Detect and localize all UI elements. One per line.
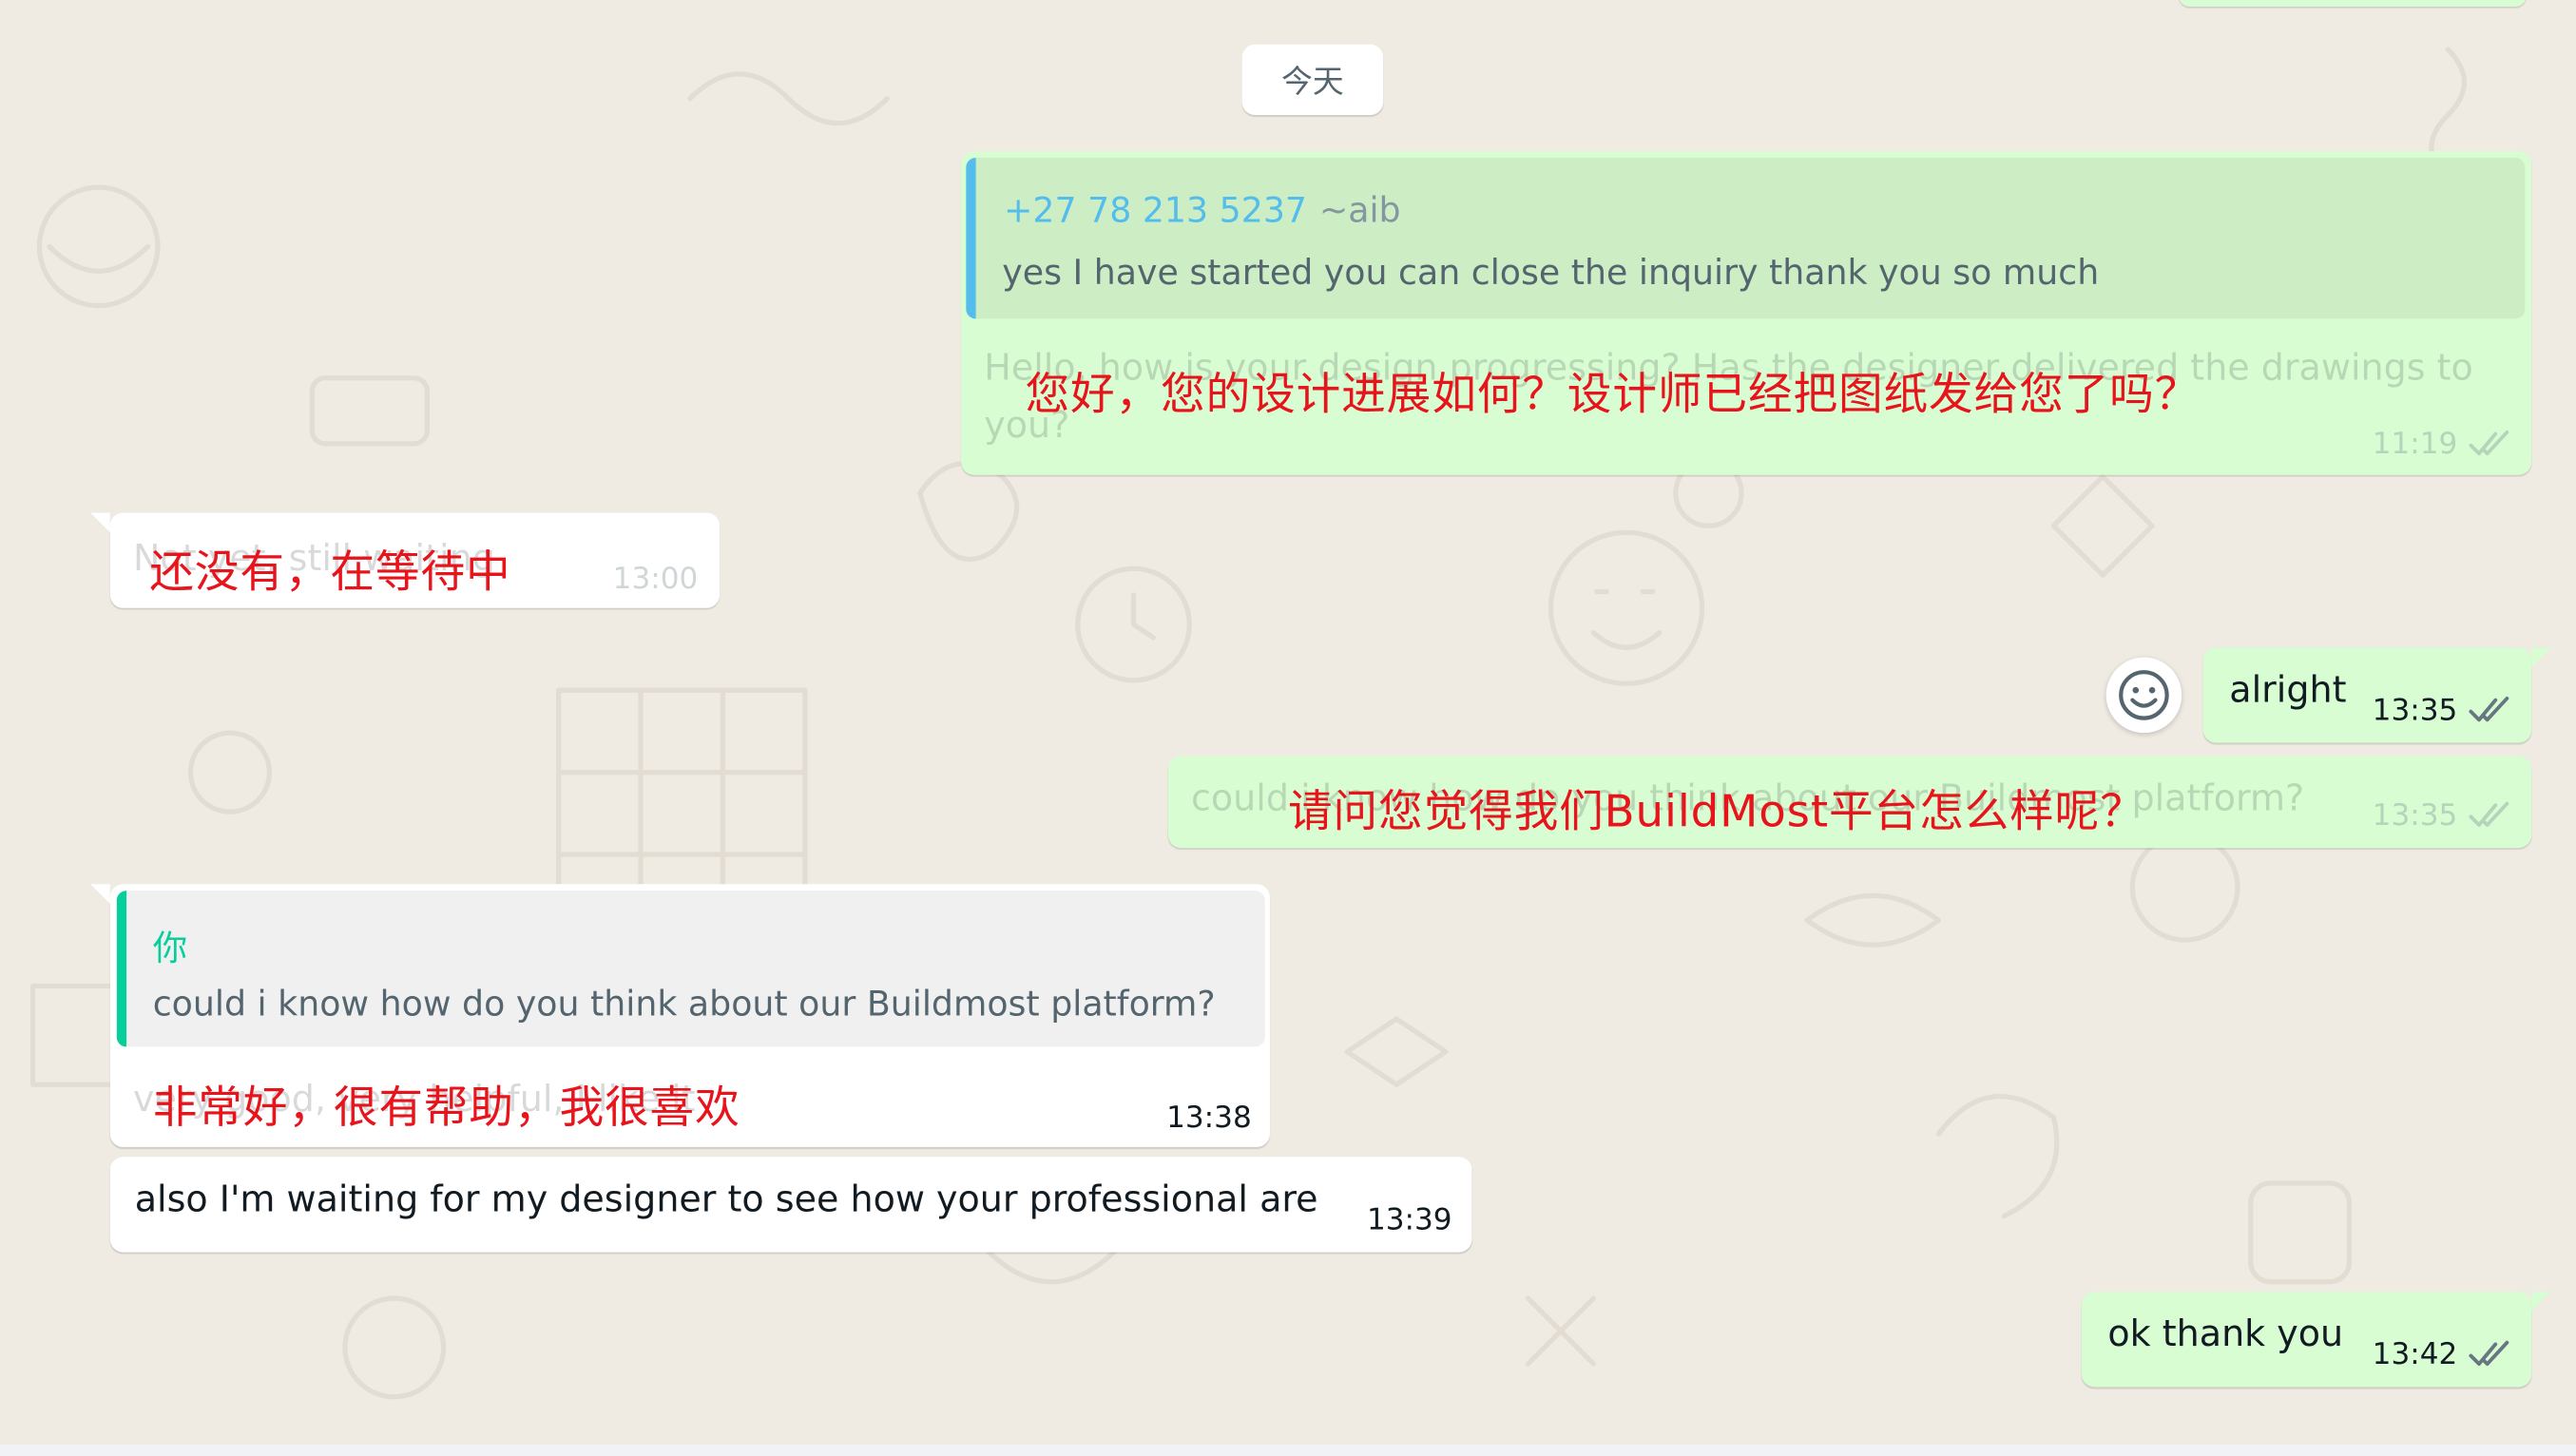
translation-overlay: 非常好，很有帮助，我很喜欢 <box>152 1082 740 1135</box>
incoming-message-bubble[interactable]: 你 could i know how do you think about ou… <box>109 884 1270 1147</box>
double-check-icon <box>2469 801 2509 827</box>
double-check-icon <box>2469 1340 2509 1367</box>
outgoing-message-bubble[interactable]: ok thank you 13:42 <box>2081 1292 2532 1388</box>
quote-accent-bar <box>116 891 127 1047</box>
message-time: 13:42 <box>2372 1337 2458 1372</box>
quote-text: yes I have started you can close the inq… <box>1002 253 2100 293</box>
outgoing-message-bubble[interactable]: alright 13:35 <box>2202 647 2532 743</box>
outgoing-message-bubble[interactable]: could i know how do you think about our … <box>1167 756 2532 849</box>
translation-overlay: 请问您觉得我们BuildMost平台怎么样呢？ <box>1287 787 2145 838</box>
quote-accent-bar <box>966 157 976 319</box>
bubble-tail <box>2531 647 2552 668</box>
smiley-face-icon <box>2119 670 2169 720</box>
incoming-message-bubble[interactable]: also I'm waiting for my designer to see … <box>109 1157 1472 1253</box>
double-check-icon <box>2469 696 2509 722</box>
quote-author-name: ~aib <box>1318 190 1401 231</box>
composer-edge <box>0 1444 2576 1456</box>
quote-text: could i know how do you think about our … <box>152 984 1216 1025</box>
date-separator: 今天 <box>1241 44 1384 116</box>
message-time: 13:35 <box>2372 693 2458 728</box>
bubble-tail <box>90 512 110 533</box>
translation-overlay: 还没有，在等待中 <box>149 546 511 599</box>
translation-overlay: 您好，您的设计进展如何？设计师已经把图纸发给您了吗？ <box>1025 370 2201 421</box>
message-text: alright <box>2229 670 2347 712</box>
quoted-message[interactable]: 你 could i know how do you think about ou… <box>116 891 1265 1047</box>
message-time: 13:35 <box>2372 798 2458 833</box>
message-time: 11:19 <box>2372 427 2458 462</box>
quoted-message[interactable]: +27 78 213 5237 ~aib yes I have started … <box>966 157 2526 319</box>
quote-author-phone: +27 78 213 5237 <box>1003 190 1308 231</box>
message-time: 13:39 <box>1366 1202 1452 1238</box>
chat-panel: 今天 +27 78 213 5237 ~aib yes I have start… <box>0 0 2576 1456</box>
message-text: ok thank you <box>2107 1314 2344 1356</box>
previous-message-bubble <box>2178 0 2528 7</box>
bubble-tail <box>2531 1292 2552 1312</box>
bubble-tail <box>90 884 110 905</box>
message-time: 13:38 <box>1166 1101 1252 1136</box>
quote-author: 你 <box>152 928 188 968</box>
message-text: also I'm waiting for my designer to see … <box>134 1179 1318 1221</box>
outgoing-message-bubble[interactable]: +27 78 213 5237 ~aib yes I have started … <box>961 151 2532 475</box>
emoji-reaction-button[interactable] <box>2105 657 2182 734</box>
double-check-icon <box>2469 430 2509 456</box>
incoming-message-bubble[interactable]: Not yet, still waiting 还没有，在等待中 13:00 <box>109 512 720 608</box>
message-time: 13:00 <box>612 562 699 597</box>
